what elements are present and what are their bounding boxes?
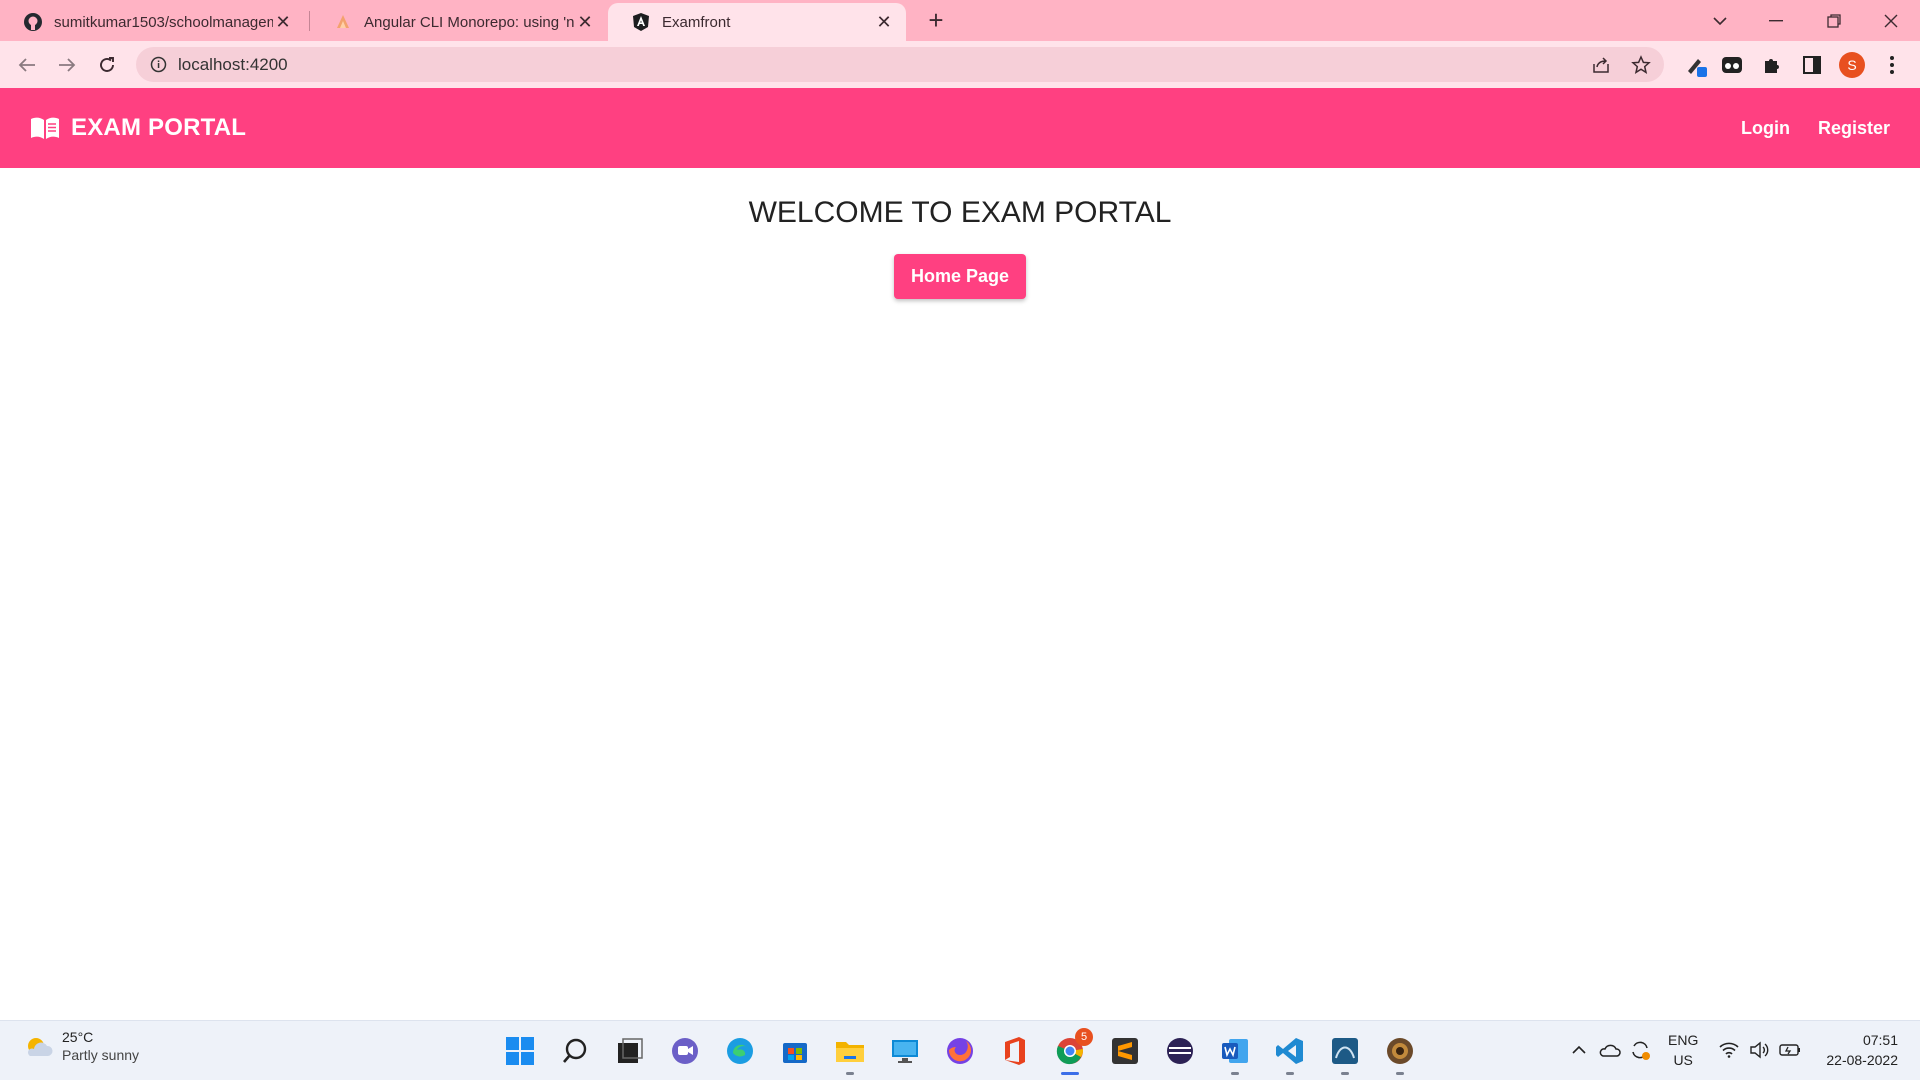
active-indicator (1061, 1072, 1079, 1075)
tab-github[interactable]: sumitkumar1503/schoolmanagement ✕ (0, 3, 305, 41)
blog-icon (332, 11, 354, 33)
angular-icon (630, 11, 652, 33)
reload-button[interactable] (91, 49, 123, 81)
wifi-icon[interactable] (1718, 1035, 1740, 1065)
nav-links: Login Register (1713, 88, 1890, 168)
system-clock[interactable]: 07:51 22-08-2022 (1826, 1030, 1898, 1070)
menu-kebab-icon[interactable] (1880, 53, 1904, 77)
running-indicator (1341, 1072, 1349, 1075)
running-indicator (1231, 1072, 1239, 1075)
address-bar[interactable]: localhost:4200 (136, 47, 1664, 82)
volume-icon[interactable] (1748, 1035, 1770, 1065)
url-text: localhost:4200 (178, 55, 288, 74)
tab-angular-monorepo[interactable]: Angular CLI Monorepo: using 'ng' ✕ (310, 3, 607, 41)
extension-pen-icon[interactable] (1684, 53, 1708, 77)
welcome-heading: WELCOME TO EXAM PORTAL (748, 196, 1172, 229)
windows-taskbar: 25°C Partly sunny 5 ENG US 07:51 22-08-2… (0, 1020, 1920, 1080)
home-page-button[interactable]: Home Page (894, 254, 1026, 299)
language-indicator[interactable]: ENG US (1668, 1030, 1698, 1070)
profile-avatar[interactable]: S (1839, 52, 1865, 78)
weather-text: 25°C Partly sunny (62, 1029, 139, 1063)
battery-icon[interactable] (1778, 1035, 1802, 1065)
windows-start-icon[interactable] (503, 1034, 537, 1068)
search-icon[interactable] (558, 1034, 592, 1068)
login-link[interactable]: Login (1741, 118, 1790, 139)
tab-title: sumitkumar1503/schoolmanagement (54, 13, 273, 31)
forward-button[interactable] (51, 49, 83, 81)
register-link[interactable]: Register (1818, 118, 1890, 139)
extensions-puzzle-icon[interactable] (1760, 53, 1784, 77)
language-code: ENG (1668, 1032, 1699, 1048)
minimize-button[interactable] (1748, 0, 1804, 41)
brand[interactable]: EXAM PORTAL (30, 88, 246, 168)
site-info-icon[interactable] (150, 56, 167, 73)
side-panel-icon[interactable] (1800, 53, 1824, 77)
word-icon[interactable] (1218, 1034, 1252, 1075)
tab-title: Examfront (662, 13, 731, 31)
mysql-workbench-icon[interactable] (1328, 1034, 1362, 1075)
vscode-icon[interactable] (1273, 1034, 1307, 1075)
microsoft-store-icon[interactable] (778, 1034, 812, 1068)
tab-title: Angular CLI Monorepo: using 'ng' (364, 13, 575, 31)
clock-date: 22-08-2022 (1826, 1052, 1898, 1068)
tab-strip: sumitkumar1503/schoolmanagement ✕ Angula… (0, 0, 1920, 41)
app-navbar: EXAM PORTAL Login Register (0, 88, 1920, 168)
app-badge-icon[interactable] (1383, 1034, 1417, 1075)
clock-time: 07:51 (1862, 1032, 1898, 1048)
weather-desc: Partly sunny (62, 1047, 140, 1063)
chrome-icon[interactable]: 5 (1053, 1028, 1093, 1075)
partly-sunny-icon (27, 1038, 53, 1056)
weather-temp: 25°C (62, 1029, 94, 1045)
teams-chat-icon[interactable] (668, 1034, 702, 1068)
eclipse-icon[interactable] (1163, 1034, 1197, 1068)
file-explorer-icon[interactable] (833, 1034, 867, 1075)
tab-search-button[interactable] (1692, 0, 1748, 41)
weather-widget[interactable]: 25°C Partly sunny (22, 1029, 139, 1063)
close-icon[interactable]: ✕ (874, 12, 894, 32)
show-hidden-icons-icon[interactable] (1568, 1035, 1590, 1065)
extension-incognito-icon[interactable] (1720, 53, 1744, 77)
close-icon[interactable]: ✕ (273, 12, 293, 32)
sync-icon[interactable] (1628, 1035, 1652, 1065)
github-icon (22, 11, 44, 33)
task-view-icon[interactable] (613, 1034, 647, 1068)
restore-button[interactable] (1806, 0, 1862, 41)
browser-toolbar: localhost:4200 (0, 41, 1920, 88)
share-icon[interactable] (1590, 54, 1612, 76)
onedrive-icon[interactable] (1598, 1035, 1622, 1065)
tab-examfront[interactable]: Examfront ✕ (608, 3, 906, 41)
running-indicator (1396, 1072, 1404, 1075)
bookmark-star-icon[interactable] (1630, 54, 1652, 76)
remote-desktop-icon[interactable] (888, 1034, 922, 1068)
book-icon (31, 117, 59, 139)
running-indicator (846, 1072, 854, 1075)
running-indicator (1286, 1072, 1294, 1075)
region-code: US (1673, 1052, 1693, 1068)
edge-browser-icon[interactable] (723, 1034, 757, 1068)
close-window-button[interactable] (1863, 0, 1919, 41)
close-icon[interactable]: ✕ (575, 12, 595, 32)
chrome-profile-badge: 5 (1075, 1028, 1093, 1046)
firefox-icon[interactable] (943, 1034, 977, 1068)
brand-title: EXAM PORTAL (71, 114, 247, 141)
new-tab-button[interactable]: + (922, 6, 950, 34)
sublime-text-icon[interactable] (1108, 1034, 1142, 1068)
office-icon[interactable] (998, 1034, 1032, 1068)
back-button[interactable] (11, 49, 43, 81)
